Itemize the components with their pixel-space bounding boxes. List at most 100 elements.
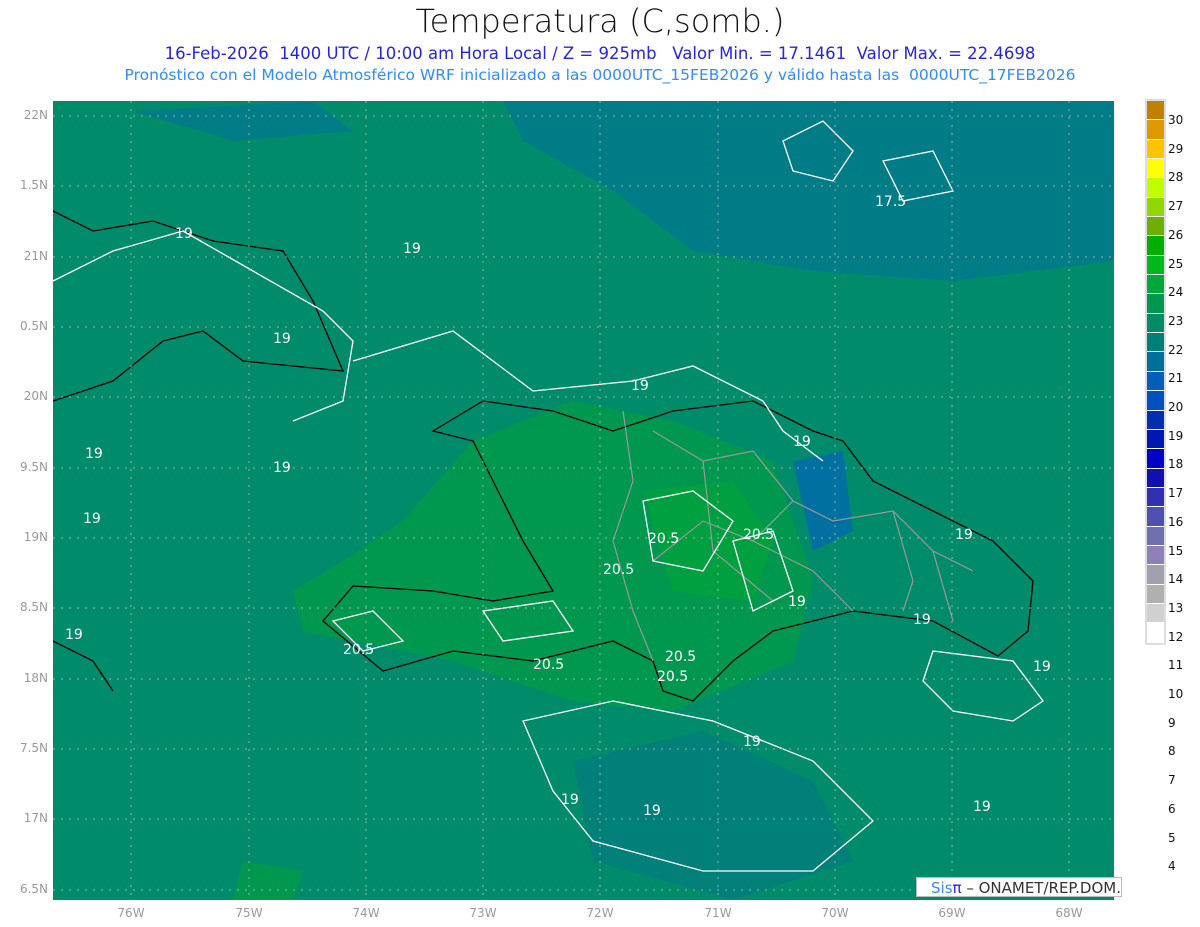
temperature-map: 19 19 19 19 19 19 19 19 19 19 19 19 19 1… [53,101,1114,900]
colorbar-swatch [1147,255,1164,276]
contour-label: 20.5 [657,669,688,685]
lat-tick-label: 21N [23,249,48,263]
lat-tick-label: 9.5N [19,460,48,474]
colorbar-swatch [1147,410,1164,430]
colorbar-swatch [1147,101,1164,121]
colorbar-swatch [1147,449,1164,469]
colorbar-label: 4 [1168,859,1176,874]
contour-label: 17.5 [875,194,906,210]
colorbar-label: 7 [1168,773,1176,788]
lon-tick-label: 72W [586,906,614,920]
contour-label: 19 [273,331,291,347]
contour-label: 19 [793,434,811,450]
colorbar-label: 30 [1168,113,1184,127]
contour-label: 19 [643,803,661,819]
contour-label: 19 [83,511,101,527]
contour-label: 19 [1033,659,1051,675]
lon-tick-label: 69W [938,906,966,920]
colorbar-swatch [1147,352,1164,372]
model-info-subtitle: Pronóstico con el Modelo Atmosférico WRF… [124,66,1076,84]
colorbar-swatch [1147,507,1164,527]
colorbar-label: 17 [1168,486,1184,501]
contour-label: 20.5 [533,657,564,673]
lat-tick-label: 1.5N [19,178,48,192]
colorbar-swatch [1147,545,1164,566]
contour-label: 20.5 [743,527,774,543]
contour-label: 19 [65,627,83,643]
colorbar-swatch [1147,429,1164,450]
lon-tick-label: 70W [821,906,849,920]
colorbar-label: 23 [1168,313,1184,328]
colorbar-swatch [1147,603,1164,624]
contour-label: 20.5 [665,649,696,665]
colorbar-label: 5 [1168,830,1176,845]
colorbar-label: 10 [1168,687,1184,701]
lat-tick-label: 18N [23,671,48,685]
colorbar-swatch [1147,178,1164,198]
colorbar-label: 13 [1168,600,1184,615]
credit-brand: Sis [931,879,953,897]
lon-tick-label: 74W [352,906,380,920]
lon-tick-label: 71W [704,906,732,920]
contour-label: 19 [175,226,193,242]
lat-tick-label: 8.5N [19,600,48,614]
contour-label: 20.5 [343,642,374,658]
colorbar-swatch [1147,120,1164,140]
colorbar-label: 16 [1168,514,1184,529]
contour-label: 19 [913,612,931,628]
colorbar-label: 9 [1168,715,1176,730]
colorbar-label: 24 [1168,285,1184,300]
credit-text: – ONAMET/REP.DOM. [966,879,1121,897]
colorbar-label: 26 [1168,227,1184,242]
colorbar-label: 6 [1168,801,1176,816]
contour-label: 20.5 [603,562,634,578]
lat-tick-label: 20N [23,389,48,403]
colorbar-swatch [1147,236,1164,256]
lon-tick-label: 76W [117,906,145,920]
colorbar-label: 25 [1168,256,1184,271]
contour-label: 19 [743,734,761,750]
contour-label: 19 [631,378,649,394]
colorbar-swatch [1147,623,1164,643]
colorbar-label: 28 [1168,170,1184,185]
colorbar-swatch [1147,526,1164,546]
chart-title: Temperatura (C,somb.) [415,2,785,40]
colorbar-swatch [1147,275,1164,295]
colorbar-label: 20 [1168,400,1184,414]
colorbar-swatch [1147,468,1164,488]
contour-label: 19 [85,446,103,462]
colorbar-label: 11 [1168,658,1184,673]
colorbar-swatch [1147,139,1164,160]
lon-tick-label: 68W [1055,906,1083,920]
credit-box: Sisπ – ONAMET/REP.DOM. [916,877,1122,897]
contour-label: 19 [273,460,291,476]
valid-time-subtitle: 16-Feb-2026 1400 UTC / 10:00 am Hora Loc… [164,44,1036,63]
colorbar-swatch [1147,487,1164,508]
colorbar-label: 15 [1168,543,1184,558]
colorbar-swatch [1147,584,1164,604]
contour-label: 19 [973,799,991,815]
colorbar-swatch [1147,333,1164,353]
lat-tick-label: 17N [23,811,48,825]
colorbar-label: 8 [1168,744,1176,759]
colorbar-label: 27 [1168,199,1184,214]
contour-label: 19 [955,527,973,543]
colorbar-swatch [1147,313,1164,334]
colorbar-swatch [1147,294,1164,314]
lon-tick-label: 75W [235,906,263,920]
contour-label: 19 [561,792,579,808]
contour-label: 19 [788,594,806,610]
lat-tick-label: 22N [23,108,48,122]
colorbar-swatch [1147,565,1164,585]
colorbar-label: 22 [1168,342,1184,357]
colorbar-swatch [1147,159,1164,179]
colorbar-label: 21 [1168,371,1184,386]
credit-brand-pi: π [952,879,962,897]
colorbar-label: 29 [1168,141,1184,156]
colorbar-label: 19 [1168,428,1184,443]
lon-tick-label: 73W [469,906,497,920]
lat-tick-label: 19N [23,530,48,544]
lat-tick-label: 7.5N [19,741,48,755]
contour-label: 20.5 [648,531,679,547]
colorbar-swatch [1147,371,1164,392]
